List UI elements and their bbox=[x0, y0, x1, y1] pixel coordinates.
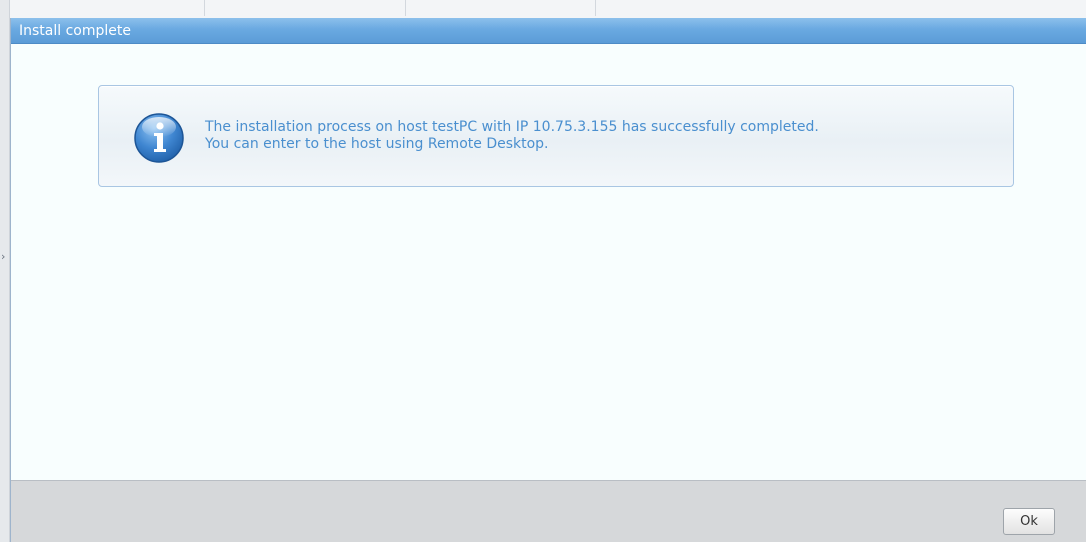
info-message-box: The installation process on host testPC … bbox=[98, 85, 1014, 187]
message-line-1: The installation process on host testPC … bbox=[205, 119, 819, 135]
dialog-title: Install complete bbox=[19, 23, 131, 39]
dialog-titlebar[interactable]: Install complete bbox=[11, 18, 1086, 44]
background-column-divider bbox=[204, 0, 205, 16]
background-column-divider bbox=[595, 0, 596, 16]
install-complete-dialog: Install complete The installation proces… bbox=[10, 18, 1086, 542]
collapse-arrow-icon: › bbox=[1, 250, 6, 263]
background-column-divider bbox=[405, 0, 406, 16]
info-icon bbox=[134, 113, 184, 163]
dialog-content: The installation process on host testPC … bbox=[11, 44, 1086, 480]
ok-button[interactable]: Ok bbox=[1003, 508, 1055, 535]
message-line-2: You can enter to the host using Remote D… bbox=[205, 136, 549, 152]
background-left-panel: › bbox=[0, 0, 10, 542]
dialog-footer: Ok bbox=[11, 480, 1086, 542]
